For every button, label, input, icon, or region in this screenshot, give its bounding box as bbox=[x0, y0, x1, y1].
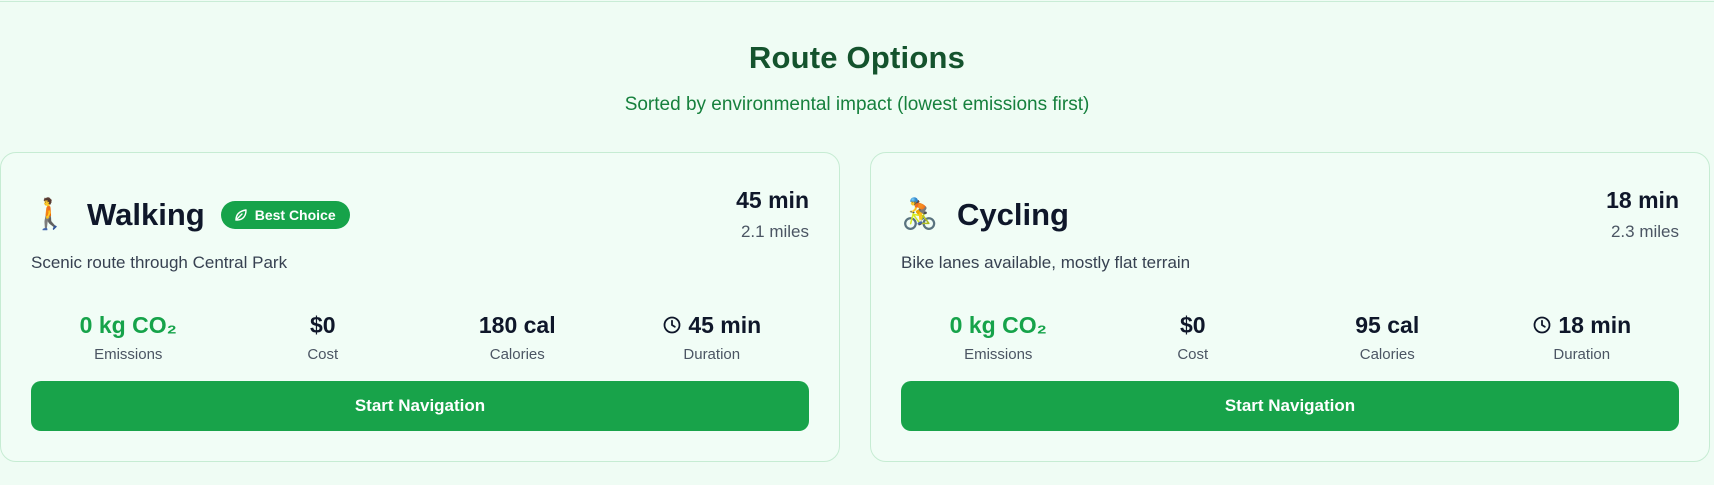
stat-value-with-icon: 18 min bbox=[1485, 310, 1680, 340]
top-divider bbox=[0, 0, 1714, 2]
route-summary: 18 min 2.3 miles bbox=[1606, 187, 1679, 242]
stat-label: Cost bbox=[1177, 346, 1209, 363]
stat-value: $0 bbox=[1179, 311, 1206, 338]
stat-duration: 45 min Duration bbox=[615, 310, 810, 366]
route-time: 45 min bbox=[736, 187, 809, 213]
stat-value: 0 kg CO₂ bbox=[79, 311, 177, 338]
route-card-cycling[interactable]: 🚴 Cycling 18 min 2.3 miles Bike lanes av… bbox=[870, 152, 1710, 462]
stat-calories: 180 cal Calories bbox=[420, 310, 615, 366]
stat-value: 18 min bbox=[1558, 311, 1632, 338]
route-stats: 0 kg CO₂ Emissions $0 Cost 95 cal Calori… bbox=[901, 310, 1679, 366]
page-title: Route Options bbox=[748, 40, 966, 75]
route-options-header: Route Options Sorted by environmental im… bbox=[0, 40, 1714, 116]
clock-icon bbox=[663, 316, 681, 334]
stat-label: Calories bbox=[1359, 346, 1415, 363]
route-mode-name: Cycling bbox=[957, 197, 1069, 232]
stat-label: Duration bbox=[1553, 346, 1611, 363]
route-distance: 2.1 miles bbox=[740, 222, 809, 241]
route-card-header: 🚴 Cycling bbox=[901, 195, 1069, 235]
stat-label: Emissions bbox=[964, 346, 1033, 363]
stat-value-with-icon: 45 min bbox=[615, 310, 810, 340]
clock-icon bbox=[1533, 316, 1551, 334]
route-stats: 0 kg CO₂ Emissions $0 Cost 180 cal Calor… bbox=[31, 310, 809, 366]
stat-label: Calories bbox=[489, 346, 545, 363]
route-card-header: 🚶 Walking Best Choice bbox=[31, 195, 350, 235]
leaf-icon bbox=[235, 209, 247, 221]
stat-value: 180 cal bbox=[478, 311, 556, 338]
badge-label: Best Choice bbox=[254, 207, 336, 223]
route-card-walking[interactable]: 🚶 Walking Best Choice 45 min 2.1 miles S… bbox=[0, 152, 840, 462]
route-summary: 45 min 2.1 miles bbox=[736, 187, 809, 242]
stat-label: Duration bbox=[683, 346, 741, 363]
stat-value: 95 cal bbox=[1355, 311, 1420, 338]
stat-calories: 95 cal Calories bbox=[1290, 310, 1485, 366]
walking-person-icon: 🚶 bbox=[31, 198, 69, 231]
best-choice-badge: Best Choice bbox=[220, 201, 350, 229]
route-mode-name: Walking bbox=[87, 197, 205, 232]
stat-label: Cost bbox=[307, 346, 339, 363]
stat-cost: $0 Cost bbox=[226, 310, 421, 366]
stat-value: 45 min bbox=[688, 311, 762, 338]
stat-emissions: 0 kg CO₂ Emissions bbox=[31, 310, 226, 366]
route-options-page: Route Options Sorted by environmental im… bbox=[0, 0, 1714, 485]
stat-value: $0 bbox=[309, 311, 336, 338]
route-description: Scenic route through Central Park bbox=[31, 253, 288, 272]
route-time: 18 min bbox=[1606, 187, 1679, 213]
page-subtitle: Sorted by environmental impact (lowest e… bbox=[624, 94, 1090, 115]
stat-emissions: 0 kg CO₂ Emissions bbox=[901, 310, 1096, 366]
stat-cost: $0 Cost bbox=[1096, 310, 1291, 366]
cyclist-icon: 🚴 bbox=[901, 198, 939, 231]
route-cards: 🚶 Walking Best Choice 45 min 2.1 miles S… bbox=[0, 152, 1714, 462]
start-navigation-button[interactable]: Start Navigation bbox=[31, 381, 809, 431]
stat-label: Emissions bbox=[94, 346, 163, 363]
stat-value: 0 kg CO₂ bbox=[949, 311, 1047, 338]
route-distance: 2.3 miles bbox=[1610, 222, 1679, 241]
start-navigation-button[interactable]: Start Navigation bbox=[901, 381, 1679, 431]
stat-duration: 18 min Duration bbox=[1485, 310, 1680, 366]
route-description: Bike lanes available, mostly flat terrai… bbox=[901, 253, 1191, 272]
